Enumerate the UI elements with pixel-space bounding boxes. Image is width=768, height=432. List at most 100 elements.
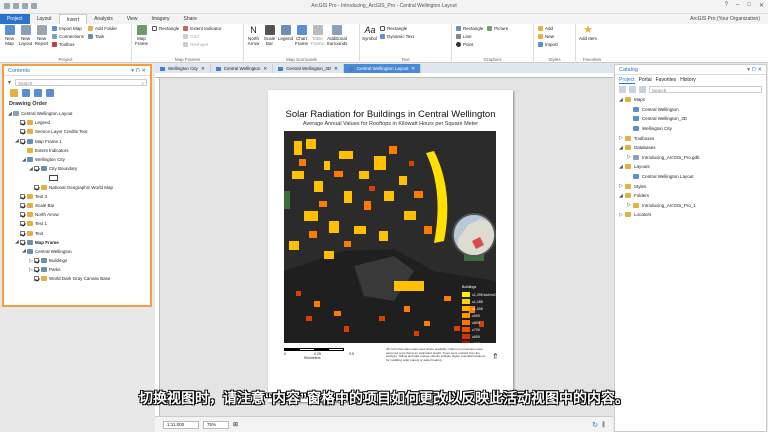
scale-bar[interactable]: 0 0.25 0.5 Kilometers [284,348,374,362]
tab-close-icon[interactable]: ✕ [263,66,267,72]
refresh-icon[interactable]: ↻ [592,421,598,429]
layout-canvas[interactable]: Solar Radiation for Buildings in Central… [160,78,613,416]
tab-insert[interactable]: Insert [58,14,88,24]
user-account[interactable]: ArcGIS Pro (Your Organization) [682,14,768,24]
fit-page-icon[interactable]: ⊞ [233,421,238,428]
view-tab[interactable]: Wellington City ✕ [155,64,211,73]
map-frame[interactable]: Buildings ≤1,296 kwh/m2 ≤1,188 ≤1,008 ≤900 ≤8… [284,131,496,343]
contents-item[interactable]: Extent Indicators [4,146,150,155]
style-add-button[interactable]: Add [538,25,558,32]
list-by-drawing-order-icon[interactable] [10,89,18,97]
north-arrow[interactable]: ⇑ [492,352,499,361]
catalog-item[interactable]: ▷ Styles [615,181,766,191]
visibility-checkbox[interactable] [20,212,25,218]
catalog-item[interactable]: ◢ Folders [615,191,766,201]
text-rectangle-button[interactable]: Rectangle [380,25,414,32]
catalog-forward-icon[interactable] [629,86,636,93]
layout-subtitle[interactable]: Average Annual Values for Rooftops in Ki… [268,121,513,127]
inset-overview-map[interactable] [452,213,496,257]
tab-project[interactable]: Project [0,14,30,24]
visibility-checkbox[interactable] [34,276,39,282]
contents-item[interactable]: ▷ Parks [4,265,150,274]
contents-item[interactable]: ▷ Buildings [4,256,150,265]
catalog-pane-controls[interactable]: ▾ ⊓ ✕ [747,67,762,73]
contents-item[interactable]: Scale Bar [4,201,150,210]
service-layer-credits[interactable]: 3D roof information was used where avail… [386,347,486,362]
contents-item[interactable]: Legend [4,118,150,127]
tab-view[interactable]: View [120,14,145,24]
contents-item[interactable]: North Arrow [4,210,150,219]
catalog-back-icon[interactable] [619,86,626,93]
catalog-item[interactable]: ▷ Locators [615,210,766,220]
visibility-checkbox[interactable] [34,267,39,273]
minimize-icon[interactable]: – [736,2,739,9]
view-tab[interactable]: Central Wellington ✕ [211,64,274,73]
reshape-button[interactable]: Reshape [183,41,221,48]
contents-item[interactable]: World Dark Gray Canvas Base [4,274,150,283]
grid-button[interactable]: Grid [183,33,221,40]
catalog-tab[interactable]: Portal [639,77,652,84]
visibility-checkbox[interactable] [34,258,39,264]
list-by-source-icon[interactable] [22,89,30,97]
visibility-checkbox[interactable] [20,221,25,227]
contents-item[interactable]: Text 3 [4,192,150,201]
visibility-checkbox[interactable] [34,166,39,172]
tab-analysis[interactable]: Analysis [87,14,120,24]
help-icon[interactable]: ? [725,2,728,9]
layout-page[interactable]: Solar Radiation for Buildings in Central… [268,90,513,402]
contents-item[interactable]: Text [4,228,150,237]
dynamic-text-button[interactable]: Dynamic Text [380,33,414,40]
tab-share[interactable]: Share [177,14,204,24]
catalog-tab[interactable]: Favorites [656,77,677,84]
extent-indicator-button[interactable]: Extent Indicator [183,25,222,32]
visibility-checkbox[interactable] [20,239,25,245]
contents-item[interactable]: National Geographic World Map [4,183,150,192]
style-new-button[interactable]: New [538,33,558,40]
filter-icon[interactable]: ▼ [7,80,12,86]
visibility-checkbox[interactable] [20,230,25,236]
catalog-item[interactable]: Central Wellington_3D [615,114,766,124]
contents-item[interactable]: ◢ Wellington City [4,155,150,164]
contents-item[interactable]: ◢ Central Wellington [4,247,150,256]
tab-close-icon[interactable]: ✕ [201,66,205,72]
catalog-tab[interactable]: Project [619,77,635,84]
catalog-item[interactable]: Wellington City [615,124,766,134]
visibility-checkbox[interactable] [20,129,25,135]
connections-button[interactable]: Connections [52,33,84,40]
contents-item[interactable] [4,173,150,182]
contents-item[interactable]: ◢ Central Wellington Layout [4,109,150,118]
catalog-item[interactable]: ▷ Introducing_ArcGIS_Pro_1 [615,201,766,211]
catalog-item[interactable]: ▷ Toolboxes [615,133,766,143]
close-icon[interactable]: ✕ [759,2,764,9]
style-import-button[interactable]: Import [538,41,558,48]
point-button[interactable]: Point [456,41,483,48]
pane-controls[interactable]: ▾ ⊓ ✕ [131,68,146,74]
catalog-tab[interactable]: History [680,77,696,84]
catalog-item[interactable]: Central Wellington Layout [615,172,766,182]
catalog-home-icon[interactable] [639,86,646,93]
list-by-selection-icon[interactable] [34,89,42,97]
picture-button[interactable]: Picture [487,25,508,32]
catalog-item[interactable]: ◢ Databases [615,143,766,153]
visibility-checkbox[interactable] [20,138,25,144]
contents-item[interactable]: Service Layer Credits Text [4,127,150,136]
catalog-item[interactable]: ◢ Layouts [615,162,766,172]
import-map-button[interactable]: Import Map [52,25,84,32]
tab-close-icon[interactable]: ✕ [334,66,338,72]
map-legend[interactable]: Buildings ≤1,296 kwh/m2 ≤1,188 ≤1,008 ≤900 ≤8… [462,285,496,343]
list-by-editing-icon[interactable] [46,89,54,97]
tab-imagery[interactable]: Imagery [144,14,176,24]
tab-close-icon[interactable]: ✕ [411,66,415,72]
layout-title[interactable]: Solar Radiation for Buildings in Central… [268,109,513,120]
contents-item[interactable]: ◢ Map Frame 1 [4,137,150,146]
view-tab[interactable]: Central Wellington Layout ✕ [343,64,422,73]
zoom-field[interactable]: 75% [203,420,229,429]
visibility-checkbox[interactable] [20,202,25,208]
visibility-checkbox[interactable] [34,184,39,190]
catalog-item[interactable]: ◢ Maps [615,95,766,105]
contents-item[interactable]: ◢ Map Frame [4,238,150,247]
catalog-search-input[interactable]: Search [649,86,762,93]
toolbox-button[interactable]: Toolbox [52,41,84,48]
view-tab[interactable]: Central Wellington_3D ✕ [273,64,344,73]
task-button[interactable]: Task [88,33,117,40]
